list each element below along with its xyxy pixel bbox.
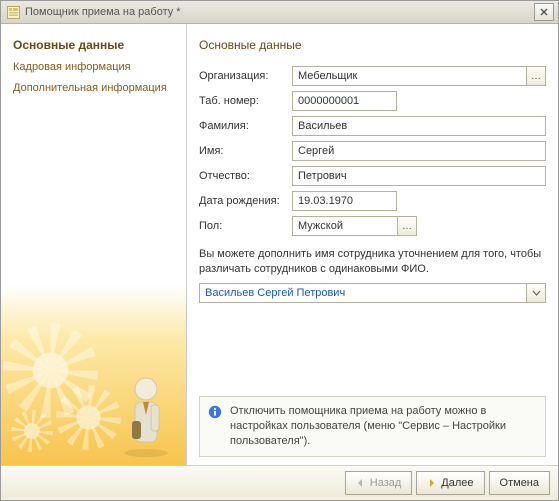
info-box: Отключить помощника приема на работу мож…	[199, 396, 546, 457]
close-icon	[540, 8, 548, 16]
label-first-name: Имя:	[199, 145, 292, 157]
birth-date-input[interactable]	[292, 191, 397, 211]
sidebar: Основные данные Кадровая информация Допо…	[1, 24, 187, 465]
ellipsis-icon: …	[402, 221, 412, 232]
last-name-input[interactable]	[292, 116, 546, 136]
gender-lookup-button[interactable]: …	[397, 216, 417, 236]
full-name-input[interactable]	[199, 283, 526, 303]
info-text: Отключить помощника приема на работу мож…	[230, 404, 537, 449]
sidebar-illustration	[1, 285, 186, 465]
hint-text: Вы можете дополнить имя сотрудника уточн…	[199, 247, 546, 277]
chevron-down-icon	[532, 290, 541, 296]
arrow-right-icon	[427, 478, 437, 488]
label-gender: Пол:	[199, 220, 292, 232]
sidebar-item-label: Кадровая информация	[13, 61, 131, 73]
info-icon	[208, 405, 222, 419]
arrow-left-icon	[356, 478, 366, 488]
cancel-button[interactable]: Отмена	[489, 471, 550, 495]
full-name-select	[199, 283, 546, 303]
row-patronymic: Отчество:	[199, 166, 546, 186]
footer: Назад Далее Отмена	[1, 465, 558, 500]
sidebar-item-label: Дополнительная информация	[13, 82, 167, 94]
label-birth-date: Дата рождения:	[199, 195, 292, 207]
row-tab-number: Таб. номер:	[199, 91, 546, 111]
sidebar-item-basic-data[interactable]: Основные данные	[13, 38, 174, 52]
tab-number-input[interactable]	[292, 91, 397, 111]
body: Основные данные Кадровая информация Допо…	[1, 24, 558, 465]
row-first-name: Имя:	[199, 141, 546, 161]
back-button[interactable]: Назад	[345, 471, 413, 495]
cancel-button-label: Отмена	[500, 477, 539, 489]
sidebar-nav: Основные данные Кадровая информация Допо…	[1, 24, 186, 94]
ellipsis-icon: …	[531, 71, 541, 82]
next-button-label: Далее	[441, 477, 473, 489]
organization-input[interactable]	[292, 66, 526, 86]
sidebar-item-hr-info[interactable]: Кадровая информация	[13, 61, 174, 73]
row-birth-date: Дата рождения:	[199, 191, 546, 211]
window-title: Помощник приема на работу *	[25, 6, 529, 18]
organization-lookup-button[interactable]: …	[526, 66, 546, 86]
label-organization: Организация:	[199, 70, 292, 82]
label-patronymic: Отчество:	[199, 170, 292, 182]
back-button-label: Назад	[370, 477, 402, 489]
app-icon	[7, 6, 20, 19]
row-organization: Организация: …	[199, 66, 546, 86]
full-name-dropdown-button[interactable]	[526, 283, 546, 303]
sidebar-item-label: Основные данные	[13, 38, 124, 52]
label-last-name: Фамилия:	[199, 120, 292, 132]
patronymic-input[interactable]	[292, 166, 546, 186]
gender-input[interactable]	[292, 216, 397, 236]
titlebar: Помощник приема на работу *	[1, 1, 558, 24]
close-button[interactable]	[534, 3, 554, 21]
wizard-window: Помощник приема на работу * Основные дан…	[0, 0, 559, 501]
section-title: Основные данные	[199, 38, 546, 52]
next-button[interactable]: Далее	[416, 471, 484, 495]
main-panel: Основные данные Организация: … Таб. номе…	[187, 24, 558, 465]
first-name-input[interactable]	[292, 141, 546, 161]
label-tab-number: Таб. номер:	[199, 95, 292, 107]
row-gender: Пол: …	[199, 216, 546, 236]
sidebar-item-additional-info[interactable]: Дополнительная информация	[13, 82, 174, 94]
row-last-name: Фамилия:	[199, 116, 546, 136]
